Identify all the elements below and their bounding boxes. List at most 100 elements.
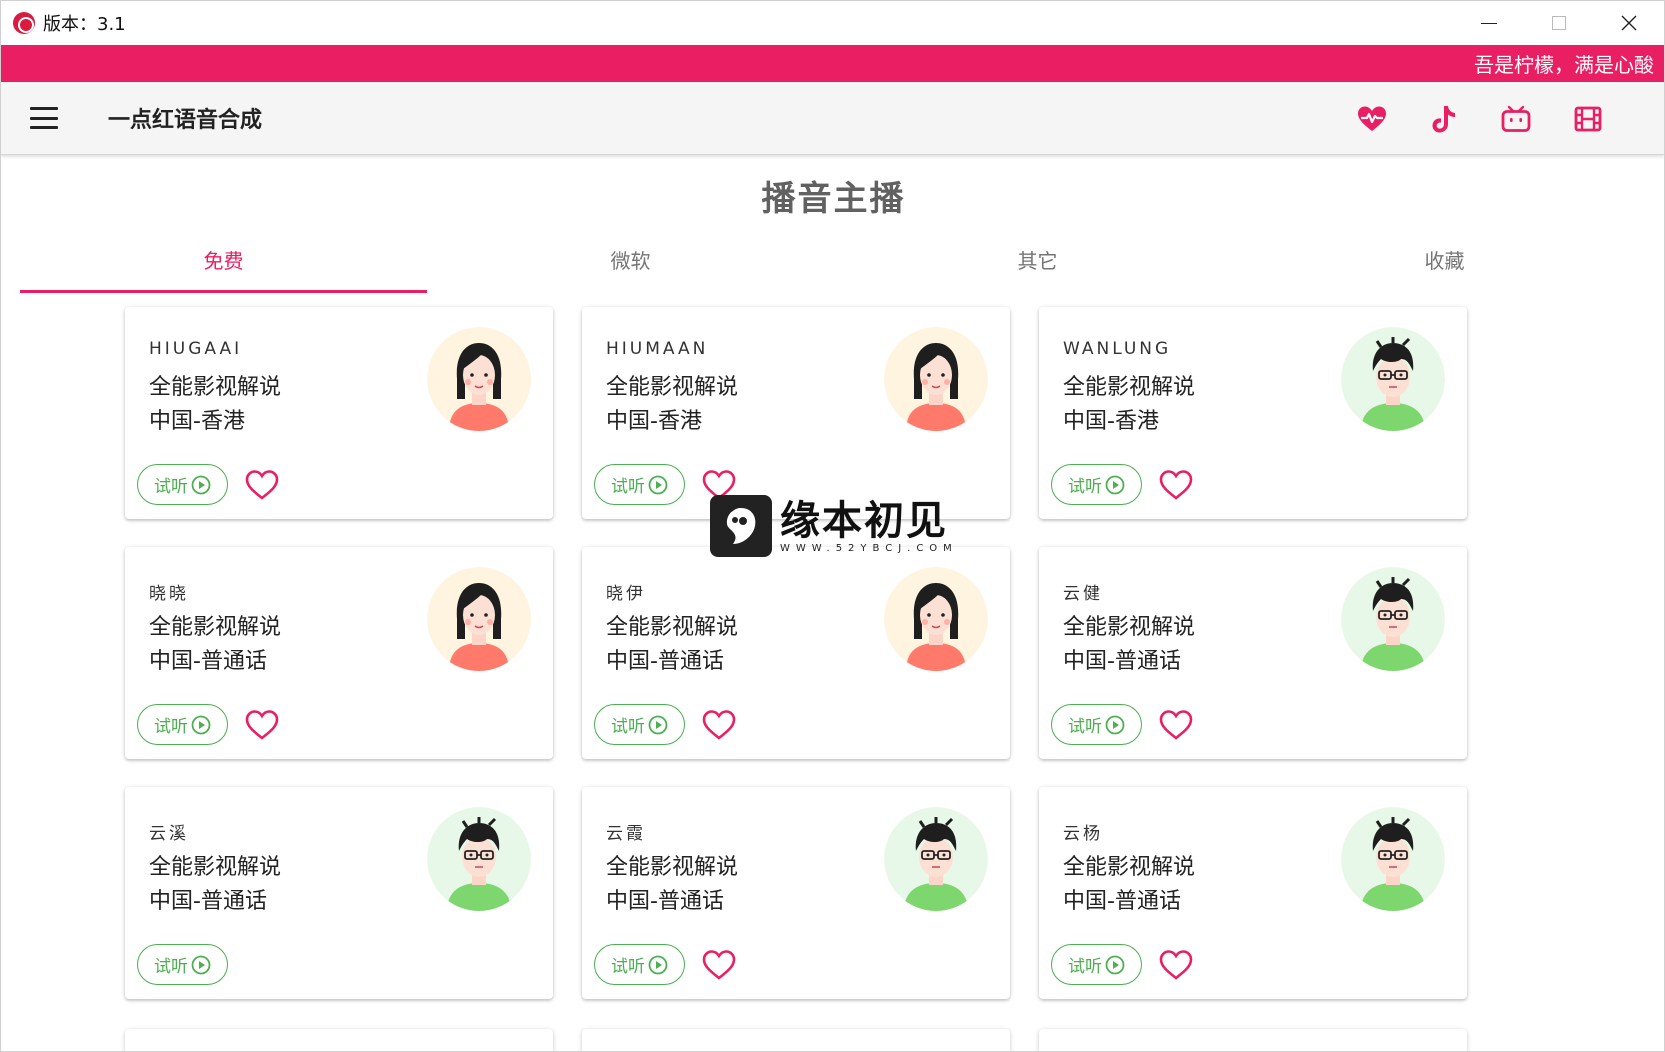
male-avatar <box>427 807 531 911</box>
preview-label: 试听 <box>154 477 188 497</box>
watermark: 缘本初见 WWW.52YBCJ.COM <box>710 495 960 557</box>
maximize-icon <box>1552 16 1566 30</box>
play-circle-icon <box>191 475 211 494</box>
heart-pulse-button[interactable] <box>1336 82 1408 155</box>
preview-button[interactable]: 试听 <box>137 944 228 985</box>
voice-style: 全能影视解说 <box>1063 615 1196 640</box>
heart-pulse-icon <box>1358 106 1386 131</box>
voice-name: 晓伊 <box>606 584 646 604</box>
app-bar: 一点红语音合成 <box>1 82 1664 155</box>
voice-style: 全能影视解说 <box>1063 375 1196 400</box>
bilibili-tv-icon <box>1501 105 1531 132</box>
preview-button[interactable]: 试听 <box>1051 464 1142 505</box>
voice-card: 云杨 全能影视解说 中国-普通话 试听 <box>1039 787 1467 999</box>
male-avatar <box>1341 567 1445 671</box>
play-circle-icon <box>648 475 668 494</box>
voice-region: 中国-香港 <box>149 409 245 434</box>
bilibili-button[interactable] <box>1480 82 1552 155</box>
heart-outline-icon <box>245 470 279 500</box>
tab-microsoft[interactable]: 微软 <box>427 233 834 293</box>
app-window: 版本：3.1 吾是柠檬，满是心酸 一点红语音合成 播音主播 免费 微软 其它 收… <box>0 0 1665 1052</box>
voice-name: WANLUNG <box>1063 339 1172 359</box>
appbar-actions <box>1336 82 1624 155</box>
app-title: 一点红语音合成 <box>108 108 263 133</box>
tab-free[interactable]: 免费 <box>20 233 427 293</box>
voice-card: 云溪 全能影视解说 中国-普通话 试听 <box>125 787 553 999</box>
preview-label: 试听 <box>1068 717 1102 737</box>
film-button[interactable] <box>1552 82 1624 155</box>
male-avatar <box>1341 327 1445 431</box>
female-avatar <box>427 567 531 671</box>
male-avatar <box>884 807 988 911</box>
minimize-button[interactable] <box>1454 1 1524 45</box>
voice-card: 晓伊 全能影视解说 中国-普通话 试听 <box>582 547 1010 759</box>
voice-description: 全能影视解说 中国-香港 <box>1063 371 1195 439</box>
heart-outline-icon <box>702 950 736 980</box>
film-icon <box>1574 106 1602 131</box>
favorite-button[interactable] <box>702 709 736 741</box>
marquee-banner: 吾是柠檬，满是心酸 <box>1 45 1664 82</box>
voice-card: WANLUNG 全能影视解说 中国-香港 试听 <box>1039 307 1467 519</box>
tab-favorites[interactable]: 收藏 <box>1241 233 1648 293</box>
hamburger-menu-icon[interactable] <box>30 107 58 129</box>
voice-description: 全能影视解说 中国-普通话 <box>606 851 738 919</box>
heart-outline-icon <box>245 710 279 740</box>
close-button[interactable] <box>1594 1 1664 45</box>
female-avatar <box>884 327 988 431</box>
voice-description: 全能影视解说 中国-普通话 <box>606 611 738 679</box>
heart-outline-icon <box>1159 470 1193 500</box>
voice-style: 全能影视解说 <box>149 615 282 640</box>
voice-card: HIUGAAI 全能影视解说 中国-香港 试听 <box>125 307 553 519</box>
preview-button[interactable]: 试听 <box>1051 944 1142 985</box>
heart-outline-icon <box>702 710 736 740</box>
voice-name: 云霞 <box>606 824 646 844</box>
preview-button[interactable]: 试听 <box>137 464 228 505</box>
female-avatar <box>427 327 531 431</box>
voice-description: 全能影视解说 中国-香港 <box>606 371 738 439</box>
minimize-icon <box>1481 22 1497 24</box>
preview-button[interactable]: 试听 <box>594 944 685 985</box>
play-circle-icon <box>648 955 668 974</box>
favorite-button[interactable] <box>245 469 279 501</box>
play-circle-icon <box>1105 475 1125 494</box>
voice-card: 云霞 全能影视解说 中国-普通话 试听 <box>582 787 1010 999</box>
watermark-logo-icon <box>710 495 772 557</box>
favorite-button[interactable] <box>1159 949 1193 981</box>
preview-button[interactable]: 试听 <box>594 464 685 505</box>
window-title: 版本：3.1 <box>43 14 126 35</box>
title-bar: 版本：3.1 <box>1 1 1664 45</box>
voice-card-partial <box>125 1029 553 1051</box>
voice-region: 中国-普通话 <box>149 889 267 914</box>
voice-card-partial <box>1039 1029 1467 1051</box>
preview-label: 试听 <box>611 717 645 737</box>
voice-name: HIUGAAI <box>149 339 243 359</box>
banner-text: 吾是柠檬，满是心酸 <box>1474 53 1654 77</box>
close-icon <box>1621 15 1637 31</box>
favorite-button[interactable] <box>1159 469 1193 501</box>
tab-other[interactable]: 其它 <box>834 233 1241 293</box>
preview-button[interactable]: 试听 <box>1051 704 1142 745</box>
voice-description: 全能影视解说 中国-香港 <box>149 371 281 439</box>
male-avatar <box>1341 807 1445 911</box>
voice-description: 全能影视解说 中国-普通话 <box>149 851 281 919</box>
tiktok-icon <box>1432 105 1455 132</box>
preview-button[interactable]: 试听 <box>594 704 685 745</box>
watermark-subtitle: WWW.52YBCJ.COM <box>780 542 958 554</box>
voice-region: 中国-香港 <box>606 409 702 434</box>
voice-name: 云杨 <box>1063 824 1103 844</box>
voice-style: 全能影视解说 <box>149 375 282 400</box>
voice-card: HIUMAAN 全能影视解说 中国-香港 试听 <box>582 307 1010 519</box>
voice-region: 中国-普通话 <box>606 889 724 914</box>
favorite-button[interactable] <box>702 949 736 981</box>
voice-region: 中国-普通话 <box>606 649 724 674</box>
tiktok-button[interactable] <box>1408 82 1480 155</box>
favorite-button[interactable] <box>245 709 279 741</box>
preview-label: 试听 <box>611 957 645 977</box>
preview-label: 试听 <box>1068 477 1102 497</box>
favorite-button[interactable] <box>1159 709 1193 741</box>
voice-name: 云健 <box>1063 584 1103 604</box>
maximize-button[interactable] <box>1524 1 1594 45</box>
window-controls <box>1454 1 1664 45</box>
play-circle-icon <box>1105 955 1125 974</box>
preview-button[interactable]: 试听 <box>137 704 228 745</box>
